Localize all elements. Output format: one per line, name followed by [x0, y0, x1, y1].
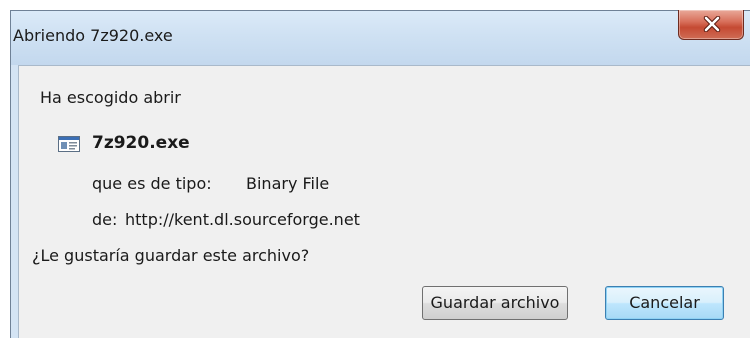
dialog-body: Ha escogido abrir 7z920.exe que es de ti…: [18, 65, 750, 338]
close-icon: [703, 16, 721, 32]
save-question: ¿Le gustaría guardar este archivo?: [32, 246, 310, 265]
download-dialog: Abriendo 7z920.exe Ha escogido abrir 7z9…: [10, 10, 750, 338]
source-url: http://kent.dl.sourceforge.net: [125, 210, 360, 229]
save-file-button[interactable]: Guardar archivo: [422, 286, 568, 320]
close-button[interactable]: [678, 10, 744, 40]
source-label: de:: [92, 210, 118, 229]
file-type-value: Binary File: [246, 174, 330, 193]
file-name: 7z920.exe: [92, 133, 190, 153]
title-bar[interactable]: Abriendo 7z920.exe: [11, 10, 750, 65]
cancel-button[interactable]: Cancelar: [605, 286, 724, 320]
file-type-label: que es de tipo:: [92, 174, 212, 193]
executable-file-icon: [58, 136, 80, 152]
dialog-title: Abriendo 7z920.exe: [13, 26, 173, 45]
intro-text: Ha escogido abrir: [40, 88, 181, 107]
